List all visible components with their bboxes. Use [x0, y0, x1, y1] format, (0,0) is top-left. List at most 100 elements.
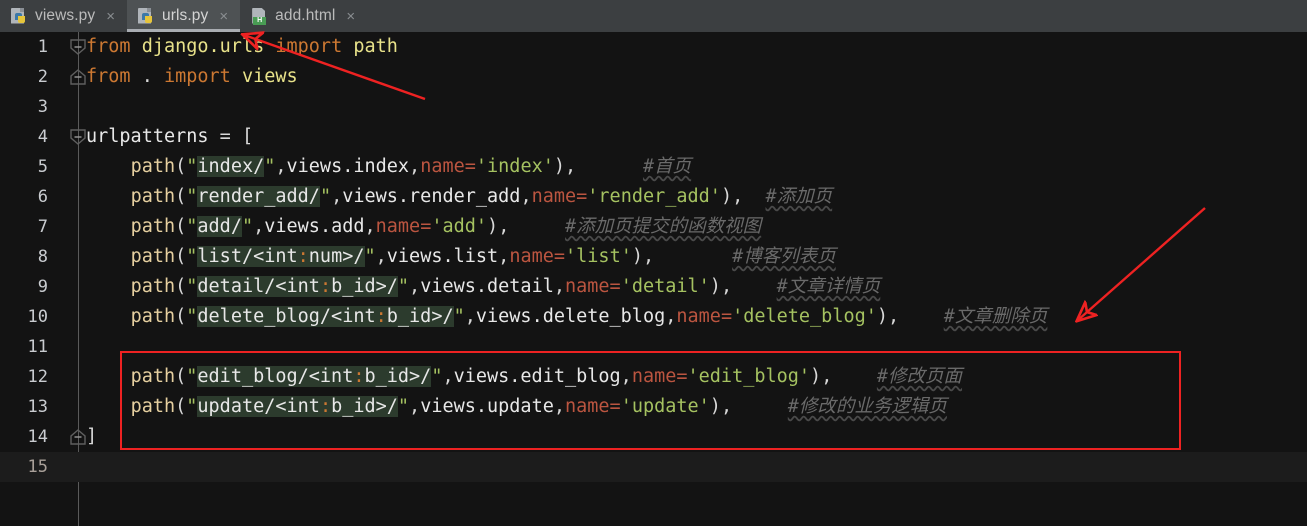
token: views.render_add: [342, 186, 521, 207]
code-text: path("list/<int:num>/",views.list,name='…: [86, 242, 836, 272]
close-icon[interactable]: ×: [104, 9, 117, 24]
code-line[interactable]: 4 urlpatterns = [: [0, 122, 1307, 152]
token: path: [130, 186, 176, 207]
token: :: [319, 396, 332, 417]
token: =: [464, 156, 476, 177]
code-line[interactable]: 10 path("delete_blog/<int:b_id>/",views.…: [0, 302, 1307, 332]
token: ": [186, 306, 198, 327]
editor-tab-views-py[interactable]: views.py ×: [0, 0, 127, 32]
token: #文章详情页: [776, 276, 881, 297]
token: ": [364, 246, 376, 267]
editor-tab-add-html[interactable]: Hadd.html ×: [240, 0, 368, 32]
token: ,: [888, 306, 900, 327]
editor-tab-urls-py[interactable]: urls.py ×: [127, 0, 241, 32]
python-file-icon: [138, 7, 155, 25]
python-file-icon: [11, 7, 28, 25]
token: ,: [409, 396, 421, 417]
code-line[interactable]: 6 path("render_add/",views.render_add,na…: [0, 182, 1307, 212]
code-line[interactable]: 9 path("detail/<int:b_id>/",views.detail…: [0, 272, 1307, 302]
token: ,: [498, 246, 510, 267]
token: (: [175, 366, 187, 387]
token: path: [130, 156, 176, 177]
token: b_id>/: [331, 276, 398, 297]
code-line[interactable]: 14]: [0, 422, 1307, 452]
code-line[interactable]: 3: [0, 92, 1307, 122]
token: :: [297, 246, 309, 267]
token: 'list': [565, 246, 632, 267]
editor-window: views.py × urls.py × Hadd.html × 1 from django…: [0, 0, 1307, 526]
code-line[interactable]: 2 from . import views: [0, 62, 1307, 92]
token: ): [487, 216, 499, 237]
code-text: ]: [86, 422, 97, 452]
token: (: [175, 186, 187, 207]
close-icon[interactable]: ×: [217, 9, 230, 24]
code-line[interactable]: 5 path("index/",views.index,name='index'…: [0, 152, 1307, 182]
token: ): [553, 156, 565, 177]
line-number: 14: [27, 427, 48, 447]
code-line[interactable]: 1 from django.urls import path: [0, 32, 1307, 62]
code-text: path("edit_blog/<int:b_id>/",views.edit_…: [86, 362, 962, 392]
line-number: 15: [27, 457, 48, 477]
code-line[interactable]: 13 path("update/<int:b_id>/",views.updat…: [0, 392, 1307, 422]
token: path: [130, 276, 176, 297]
token: render_add/: [197, 186, 320, 207]
code-line[interactable]: 7 path("add/",views.add,name='add'), #添加…: [0, 212, 1307, 242]
token: 'update': [620, 396, 710, 417]
token: ]: [86, 426, 98, 447]
token: (: [175, 216, 187, 237]
token: views.list: [386, 246, 499, 267]
fold-collapse-end-icon[interactable]: [70, 69, 86, 85]
code-line[interactable]: 8 path("list/<int:num>/",views.list,name…: [0, 242, 1307, 272]
token: list/<int: [197, 246, 298, 267]
token: ": [397, 396, 410, 417]
code-editor[interactable]: 1 from django.urls import path 2 from . imp…: [0, 32, 1307, 526]
line-number: 13: [27, 397, 48, 417]
editor-tab-label: add.html: [275, 7, 336, 24]
code-line[interactable]: 15: [0, 452, 1307, 482]
code-text: path("index/",views.index,name='index'),…: [86, 152, 691, 182]
token: name: [509, 246, 554, 267]
token: django.urls: [141, 36, 265, 57]
token: update/<int: [197, 396, 320, 417]
code-line[interactable]: 12 path("edit_blog/<int:b_id>/",views.ed…: [0, 362, 1307, 392]
token: ": [186, 156, 198, 177]
token: ,: [375, 246, 387, 267]
token: views.delete_blog: [475, 306, 666, 327]
token: views.index: [286, 156, 410, 177]
line-number: 6: [37, 187, 48, 207]
fold-collapse-end-icon[interactable]: [70, 429, 86, 445]
code-text: from django.urls import path: [86, 32, 398, 62]
token: name: [531, 186, 577, 207]
code-text: path("render_add/",views.render_add,name…: [86, 182, 832, 212]
token: ,: [642, 246, 655, 267]
code-lines[interactable]: 1 from django.urls import path 2 from . imp…: [0, 32, 1307, 526]
token: views.update: [420, 396, 554, 417]
token: name: [676, 306, 721, 327]
token: ,: [364, 216, 376, 237]
token: ,: [565, 156, 577, 177]
token: ": [186, 366, 198, 387]
close-icon[interactable]: ×: [344, 9, 357, 24]
token: path: [130, 306, 176, 327]
token: ): [810, 366, 822, 387]
token: ): [709, 396, 721, 417]
code-line[interactable]: 11: [0, 332, 1307, 362]
token: ): [876, 306, 889, 327]
fold-collapse-start-icon[interactable]: [70, 129, 86, 145]
token: name: [564, 276, 610, 297]
fold-collapse-start-icon[interactable]: [70, 39, 86, 55]
token: #添加页: [765, 186, 833, 207]
line-number: 2: [37, 67, 48, 87]
token: views.add: [264, 216, 365, 237]
token: 'edit_blog': [687, 366, 811, 387]
